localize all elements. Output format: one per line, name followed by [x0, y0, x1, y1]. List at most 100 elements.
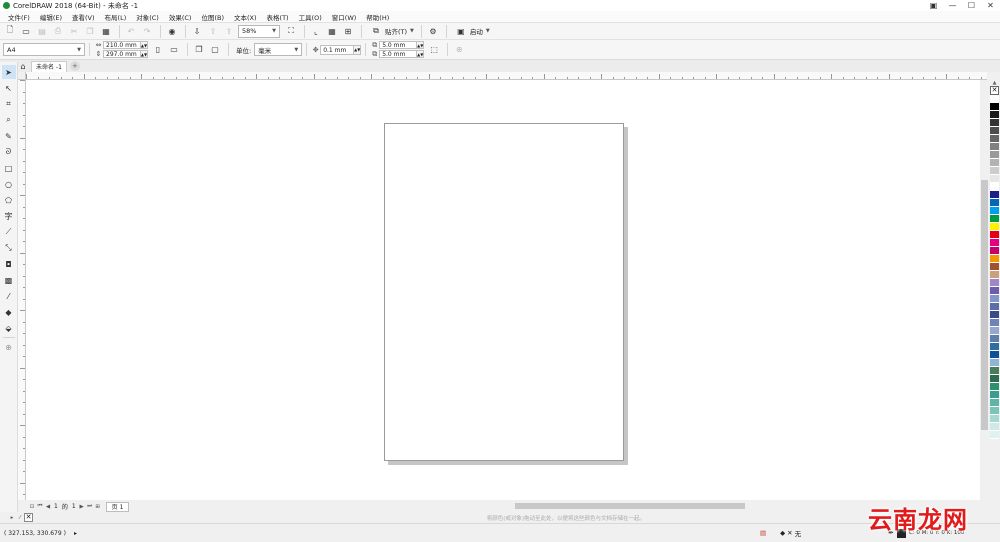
transparency-icon[interactable]: ▩ [2, 273, 16, 287]
drawing-canvas[interactable] [26, 80, 980, 500]
text-tool-icon[interactable]: 字 [2, 209, 16, 223]
show-rulers-icon[interactable]: ⌞ [309, 24, 323, 38]
add-page-icon[interactable]: ⊞ [94, 504, 102, 510]
color-swatch[interactable] [990, 231, 999, 239]
vertical-scrollbar[interactable] [980, 80, 989, 500]
ruler-origin[interactable] [18, 72, 26, 80]
page-width-input[interactable]: 210.0 mm [103, 41, 141, 49]
color-swatch[interactable] [990, 383, 999, 391]
vertical-scroll-thumb[interactable] [981, 180, 988, 430]
next-page-icon[interactable]: ▶ [78, 504, 86, 510]
duplicate-x-input[interactable]: 5.0 mm [379, 41, 418, 49]
options-gear-icon[interactable]: ⚙ [426, 24, 440, 38]
color-swatch[interactable] [990, 263, 999, 271]
rectangle-tool-icon[interactable]: □ [2, 161, 16, 175]
nudge-distance-input[interactable]: 0.1 mm [320, 44, 355, 55]
import-icon[interactable]: ⇩ [190, 24, 204, 38]
color-swatch[interactable] [990, 415, 999, 423]
zoom-level-select[interactable]: 58% ▼ [238, 24, 280, 38]
menu-help[interactable]: 帮助(H) [361, 12, 394, 22]
doc-palette-none-swatch[interactable]: ✕ [24, 513, 33, 522]
color-swatch[interactable] [990, 135, 999, 143]
color-swatch[interactable] [990, 247, 999, 255]
color-swatch[interactable] [990, 111, 999, 119]
menu-view[interactable]: 查看(V) [67, 12, 100, 22]
paste-icon[interactable]: ▦ [99, 24, 113, 38]
copy-icon[interactable]: ❐ [83, 24, 97, 38]
full-screen-preview-icon[interactable]: ⛶ [284, 24, 298, 38]
document-page[interactable] [384, 123, 624, 461]
application-launcher-dropdown[interactable]: ▣ 启动 ▼ [451, 24, 493, 38]
drop-shadow-icon[interactable]: ◘ [2, 257, 16, 271]
pick-tool-icon[interactable]: ➤ [1, 65, 16, 79]
doc-palette-menu-icon[interactable]: ▸ [8, 515, 16, 521]
color-swatch[interactable] [990, 343, 999, 351]
menu-window[interactable]: 窗口(W) [327, 12, 362, 22]
menu-table[interactable]: 表格(T) [262, 12, 294, 22]
minimize-button[interactable]: — [943, 0, 962, 11]
color-swatch[interactable] [990, 319, 999, 327]
corel-connect-icon[interactable]: ◉ [165, 24, 179, 38]
color-swatch[interactable] [990, 95, 999, 103]
duplicate-y-input[interactable]: 5.0 mm [379, 50, 418, 58]
color-swatch[interactable] [990, 143, 999, 151]
add-tab-icon[interactable]: + [69, 61, 80, 71]
menu-tools[interactable]: 工具(O) [294, 12, 327, 22]
units-select[interactable]: 毫米 ▼ [254, 43, 303, 56]
parallel-dimension-icon[interactable]: ⟋ [2, 225, 16, 239]
color-swatch[interactable] [990, 367, 999, 375]
eyedropper-icon[interactable]: ⁄ [2, 289, 16, 303]
color-swatch[interactable] [990, 151, 999, 159]
save-icon[interactable]: ▤ [35, 24, 49, 38]
color-swatch[interactable] [990, 271, 999, 279]
color-swatch[interactable] [990, 279, 999, 287]
crop-tool-icon[interactable]: ⌗ [2, 97, 16, 111]
color-swatch[interactable] [990, 239, 999, 247]
new-document-icon[interactable]: 🗋 [3, 24, 17, 38]
first-page-icon[interactable]: ⏮ [36, 503, 44, 510]
current-page-icon[interactable]: ▢ [208, 43, 222, 57]
last-page-icon[interactable]: ⏭ [86, 503, 94, 510]
print-icon[interactable]: ⎙ [51, 24, 65, 38]
close-button[interactable]: ✕ [981, 0, 1000, 11]
export-icon[interactable]: ⇧ [206, 24, 220, 38]
help-window-icon[interactable]: ▣ [924, 0, 943, 11]
zoom-tool-icon[interactable]: ⌕ [2, 113, 16, 127]
portrait-icon[interactable]: ▯ [151, 43, 165, 57]
snap-to-dropdown[interactable]: ⧉ 贴齐(T) ▼ [366, 24, 417, 38]
redo-icon[interactable]: ↷ [140, 24, 154, 38]
color-swatch[interactable] [990, 103, 999, 111]
interactive-fill-icon[interactable]: ◆ [2, 305, 16, 319]
color-swatch[interactable] [990, 199, 999, 207]
horizontal-scroll-thumb[interactable] [515, 503, 745, 509]
landscape-icon[interactable]: ▭ [167, 43, 181, 57]
color-swatch[interactable] [990, 119, 999, 127]
polygon-tool-icon[interactable]: ⬠ [2, 193, 16, 207]
color-swatch[interactable] [990, 191, 999, 199]
color-swatch[interactable] [990, 127, 999, 135]
color-swatch[interactable] [990, 407, 999, 415]
page-tab[interactable]: 页 1 [105, 501, 130, 512]
doc-palette-eyedropper-icon[interactable]: ⁄ [16, 515, 24, 521]
quick-customize-icon[interactable]: ⊕ [452, 43, 466, 57]
publish-pdf-icon[interactable]: ⇪ [222, 24, 236, 38]
color-swatch[interactable] [990, 375, 999, 383]
page-navigator-icon[interactable]: ⊡ [28, 504, 36, 510]
dup-x-spinner[interactable]: ▲▼ [417, 41, 425, 49]
color-swatch[interactable] [990, 215, 999, 223]
welcome-home-icon[interactable]: ⌂ [16, 59, 30, 73]
status-expand-icon[interactable]: ▸ [74, 530, 77, 537]
color-swatch[interactable] [990, 295, 999, 303]
menu-layout[interactable]: 布局(L) [100, 12, 132, 22]
cut-icon[interactable]: ✂ [67, 24, 81, 38]
menu-edit[interactable]: 编辑(E) [35, 12, 67, 22]
color-swatch[interactable] [990, 311, 999, 319]
menu-bitmaps[interactable]: 位图(B) [196, 12, 229, 22]
page-size-select[interactable]: A4 ▼ [3, 43, 85, 56]
add-tool-icon[interactable]: ⊕ [2, 340, 16, 354]
menu-object[interactable]: 对象(C) [131, 12, 164, 22]
color-swatch[interactable] [990, 359, 999, 367]
show-guidelines-icon[interactable]: ⊞ [341, 24, 355, 38]
all-pages-icon[interactable]: ❐ [192, 43, 206, 57]
page-height-input[interactable]: 297.0 mm [103, 50, 141, 58]
